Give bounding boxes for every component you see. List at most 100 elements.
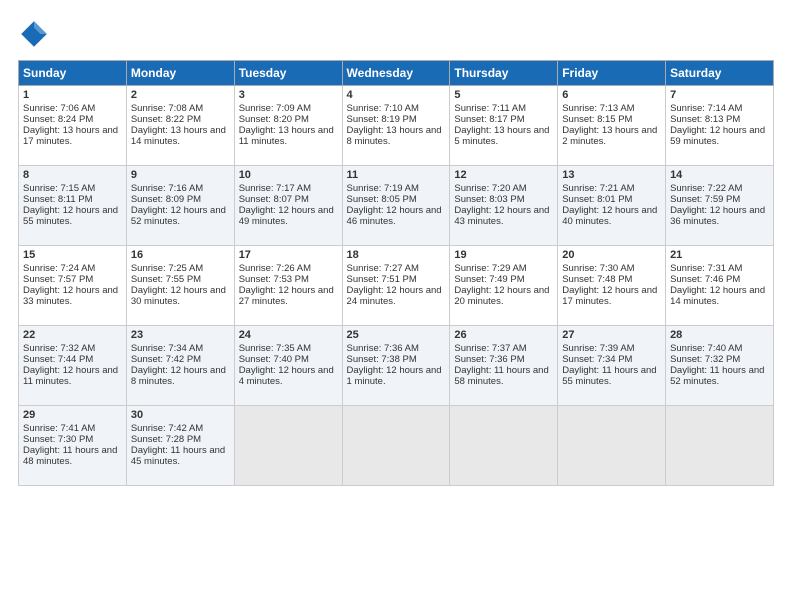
calendar-cell xyxy=(342,406,450,486)
calendar-cell: 6Sunrise: 7:13 AMSunset: 8:15 PMDaylight… xyxy=(558,86,666,166)
sunrise-text: Sunrise: 7:34 AM xyxy=(131,343,203,354)
calendar-header-cell: Thursday xyxy=(450,61,558,86)
day-number: 3 xyxy=(239,89,338,101)
day-number: 1 xyxy=(23,89,122,101)
daylight-text: Daylight: 12 hours and 4 minutes. xyxy=(239,365,334,387)
calendar-cell: 19Sunrise: 7:29 AMSunset: 7:49 PMDayligh… xyxy=(450,246,558,326)
sunrise-text: Sunrise: 7:35 AM xyxy=(239,343,311,354)
calendar-cell: 20Sunrise: 7:30 AMSunset: 7:48 PMDayligh… xyxy=(558,246,666,326)
day-number: 18 xyxy=(347,249,446,261)
sunset-text: Sunset: 8:19 PM xyxy=(347,114,417,125)
day-number: 22 xyxy=(23,329,122,341)
sunrise-text: Sunrise: 7:26 AM xyxy=(239,263,311,274)
day-number: 19 xyxy=(454,249,553,261)
calendar-cell: 16Sunrise: 7:25 AMSunset: 7:55 PMDayligh… xyxy=(126,246,234,326)
calendar-week-row: 29Sunrise: 7:41 AMSunset: 7:30 PMDayligh… xyxy=(19,406,774,486)
sunset-text: Sunset: 7:30 PM xyxy=(23,434,93,445)
sunset-text: Sunset: 8:01 PM xyxy=(562,194,632,205)
daylight-text: Daylight: 13 hours and 14 minutes. xyxy=(131,125,226,147)
daylight-text: Daylight: 12 hours and 24 minutes. xyxy=(347,285,442,307)
daylight-text: Daylight: 12 hours and 36 minutes. xyxy=(670,205,765,227)
sunrise-text: Sunrise: 7:39 AM xyxy=(562,343,634,354)
day-number: 4 xyxy=(347,89,446,101)
daylight-text: Daylight: 12 hours and 33 minutes. xyxy=(23,285,118,307)
sunrise-text: Sunrise: 7:13 AM xyxy=(562,103,634,114)
calendar-cell: 11Sunrise: 7:19 AMSunset: 8:05 PMDayligh… xyxy=(342,166,450,246)
sunrise-text: Sunrise: 7:11 AM xyxy=(454,103,526,114)
daylight-text: Daylight: 12 hours and 55 minutes. xyxy=(23,205,118,227)
daylight-text: Daylight: 11 hours and 45 minutes. xyxy=(131,445,225,467)
sunrise-text: Sunrise: 7:40 AM xyxy=(670,343,742,354)
sunset-text: Sunset: 7:48 PM xyxy=(562,274,632,285)
calendar-cell xyxy=(666,406,774,486)
sunrise-text: Sunrise: 7:09 AM xyxy=(239,103,311,114)
day-number: 9 xyxy=(131,169,230,181)
daylight-text: Daylight: 11 hours and 52 minutes. xyxy=(670,365,764,387)
day-number: 20 xyxy=(562,249,661,261)
day-number: 29 xyxy=(23,409,122,421)
day-number: 26 xyxy=(454,329,553,341)
calendar-cell: 9Sunrise: 7:16 AMSunset: 8:09 PMDaylight… xyxy=(126,166,234,246)
sunrise-text: Sunrise: 7:16 AM xyxy=(131,183,203,194)
daylight-text: Daylight: 13 hours and 5 minutes. xyxy=(454,125,549,147)
day-number: 23 xyxy=(131,329,230,341)
sunset-text: Sunset: 7:46 PM xyxy=(670,274,740,285)
calendar-cell: 29Sunrise: 7:41 AMSunset: 7:30 PMDayligh… xyxy=(19,406,127,486)
sunrise-text: Sunrise: 7:21 AM xyxy=(562,183,634,194)
logo-icon xyxy=(18,18,50,50)
calendar-cell xyxy=(558,406,666,486)
calendar-cell: 26Sunrise: 7:37 AMSunset: 7:36 PMDayligh… xyxy=(450,326,558,406)
sunset-text: Sunset: 7:55 PM xyxy=(131,274,201,285)
sunset-text: Sunset: 8:24 PM xyxy=(23,114,93,125)
sunset-text: Sunset: 8:05 PM xyxy=(347,194,417,205)
daylight-text: Daylight: 12 hours and 40 minutes. xyxy=(562,205,657,227)
daylight-text: Daylight: 13 hours and 2 minutes. xyxy=(562,125,657,147)
day-number: 24 xyxy=(239,329,338,341)
sunrise-text: Sunrise: 7:37 AM xyxy=(454,343,526,354)
calendar-body: 1Sunrise: 7:06 AMSunset: 8:24 PMDaylight… xyxy=(19,86,774,486)
calendar-cell: 5Sunrise: 7:11 AMSunset: 8:17 PMDaylight… xyxy=(450,86,558,166)
calendar-cell: 3Sunrise: 7:09 AMSunset: 8:20 PMDaylight… xyxy=(234,86,342,166)
calendar-header-cell: Sunday xyxy=(19,61,127,86)
calendar-week-row: 8Sunrise: 7:15 AMSunset: 8:11 PMDaylight… xyxy=(19,166,774,246)
sunrise-text: Sunrise: 7:17 AM xyxy=(239,183,311,194)
sunset-text: Sunset: 8:11 PM xyxy=(23,194,93,205)
sunrise-text: Sunrise: 7:22 AM xyxy=(670,183,742,194)
daylight-text: Daylight: 12 hours and 49 minutes. xyxy=(239,205,334,227)
sunrise-text: Sunrise: 7:14 AM xyxy=(670,103,742,114)
daylight-text: Daylight: 12 hours and 1 minute. xyxy=(347,365,442,387)
daylight-text: Daylight: 12 hours and 46 minutes. xyxy=(347,205,442,227)
calendar-header-cell: Saturday xyxy=(666,61,774,86)
sunset-text: Sunset: 7:44 PM xyxy=(23,354,93,365)
calendar-cell: 8Sunrise: 7:15 AMSunset: 8:11 PMDaylight… xyxy=(19,166,127,246)
day-number: 17 xyxy=(239,249,338,261)
calendar-cell: 10Sunrise: 7:17 AMSunset: 8:07 PMDayligh… xyxy=(234,166,342,246)
logo xyxy=(18,18,56,50)
calendar-cell: 15Sunrise: 7:24 AMSunset: 7:57 PMDayligh… xyxy=(19,246,127,326)
daylight-text: Daylight: 12 hours and 8 minutes. xyxy=(131,365,226,387)
day-number: 11 xyxy=(347,169,446,181)
calendar-cell: 22Sunrise: 7:32 AMSunset: 7:44 PMDayligh… xyxy=(19,326,127,406)
day-number: 15 xyxy=(23,249,122,261)
sunrise-text: Sunrise: 7:27 AM xyxy=(347,263,419,274)
day-number: 8 xyxy=(23,169,122,181)
calendar-table: SundayMondayTuesdayWednesdayThursdayFrid… xyxy=(18,60,774,486)
calendar-cell: 4Sunrise: 7:10 AMSunset: 8:19 PMDaylight… xyxy=(342,86,450,166)
sunset-text: Sunset: 7:38 PM xyxy=(347,354,417,365)
day-number: 6 xyxy=(562,89,661,101)
sunset-text: Sunset: 7:57 PM xyxy=(23,274,93,285)
day-number: 7 xyxy=(670,89,769,101)
sunset-text: Sunset: 7:49 PM xyxy=(454,274,524,285)
daylight-text: Daylight: 11 hours and 55 minutes. xyxy=(562,365,656,387)
calendar-cell: 30Sunrise: 7:42 AMSunset: 7:28 PMDayligh… xyxy=(126,406,234,486)
daylight-text: Daylight: 12 hours and 30 minutes. xyxy=(131,285,226,307)
day-number: 21 xyxy=(670,249,769,261)
daylight-text: Daylight: 11 hours and 58 minutes. xyxy=(454,365,548,387)
calendar-cell: 25Sunrise: 7:36 AMSunset: 7:38 PMDayligh… xyxy=(342,326,450,406)
sunset-text: Sunset: 7:34 PM xyxy=(562,354,632,365)
calendar-header-cell: Monday xyxy=(126,61,234,86)
daylight-text: Daylight: 12 hours and 17 minutes. xyxy=(562,285,657,307)
calendar-week-row: 22Sunrise: 7:32 AMSunset: 7:44 PMDayligh… xyxy=(19,326,774,406)
calendar-cell: 17Sunrise: 7:26 AMSunset: 7:53 PMDayligh… xyxy=(234,246,342,326)
sunset-text: Sunset: 7:53 PM xyxy=(239,274,309,285)
